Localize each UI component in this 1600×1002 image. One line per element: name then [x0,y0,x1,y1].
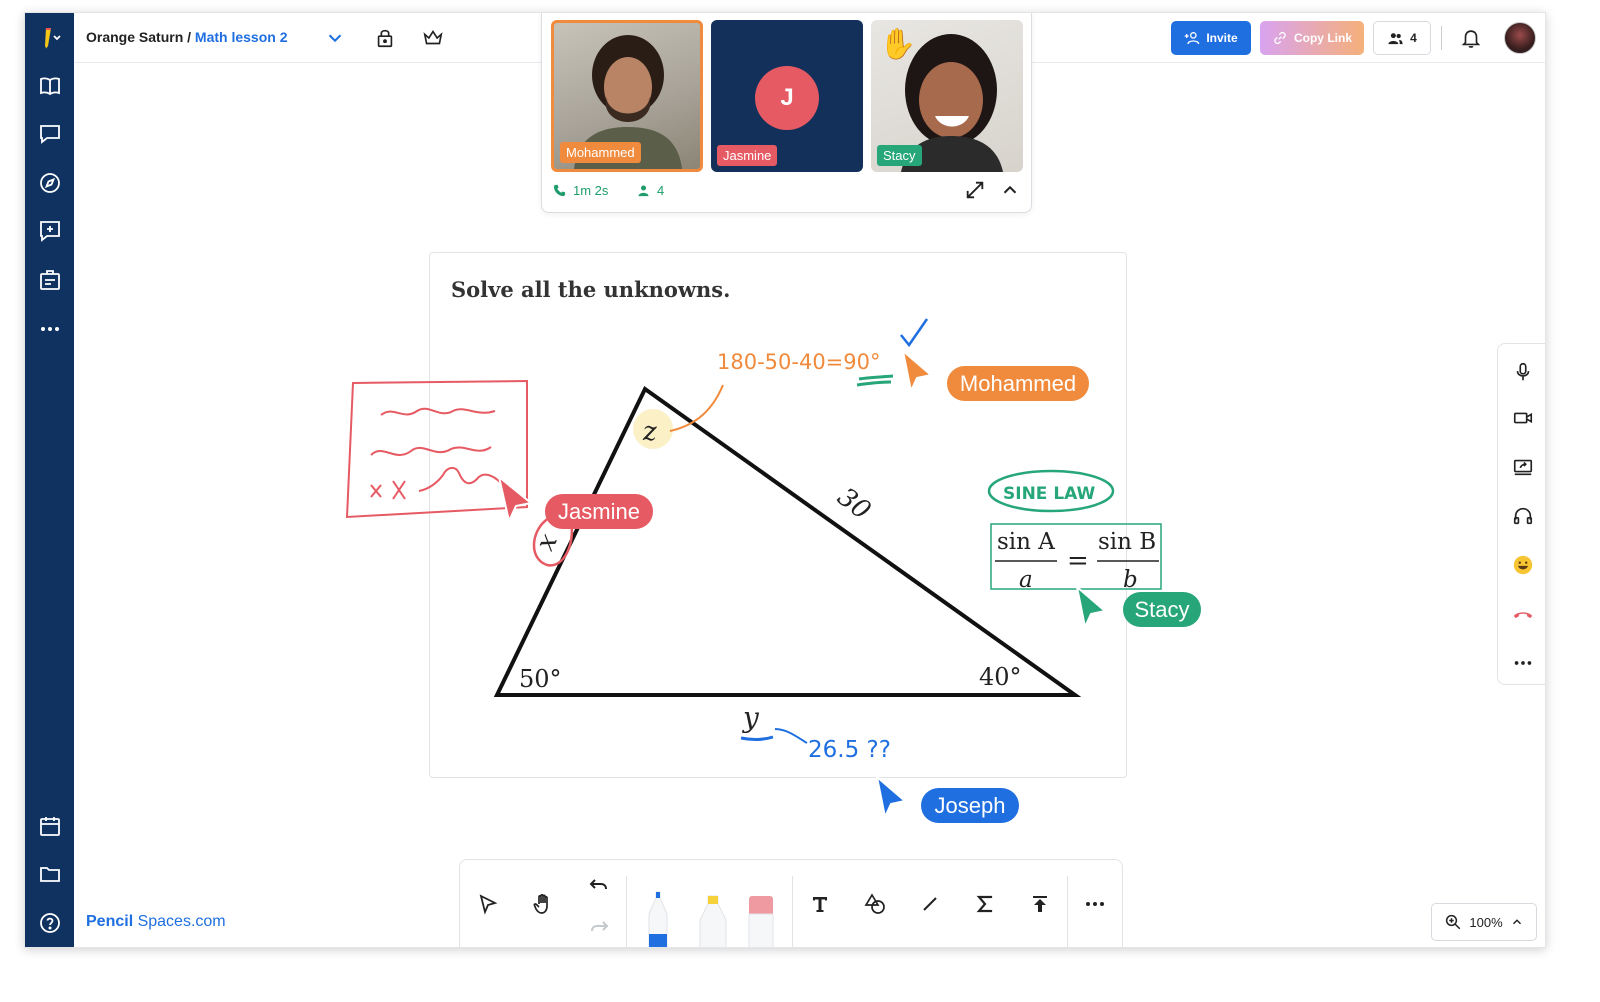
reactions-button[interactable] [1498,547,1545,583]
hand-icon [533,894,548,914]
shapes-icon [864,893,885,914]
toolbar-separator [1067,876,1068,947]
zoom-in-icon [1446,914,1461,930]
screen-share-icon [1513,459,1533,476]
pointer-arrow-icon [479,894,498,915]
yellow-highlighter-icon [699,895,727,947]
highlighter-tool[interactable] [696,894,730,947]
formula-denominator-right: b [1123,567,1138,593]
more-dots-icon [1514,661,1532,665]
blue-underline [740,735,774,741]
upload-tool[interactable] [1020,884,1060,924]
smiley-emoji-icon [1513,555,1533,575]
red-note-sketch[interactable] [345,379,528,519]
headphones-icon [1513,507,1533,525]
angle-bottom-left: 50° [519,665,562,693]
mohammed-cursor-icon [901,348,934,395]
zoom-control[interactable]: 100% [1431,903,1537,941]
green-underline [856,374,894,387]
text-icon [813,897,827,912]
cursor-label-jasmine: Jasmine [545,494,653,529]
microphone-icon [1516,362,1530,381]
top-vertex-variable: z [642,417,657,447]
audio-output-button[interactable] [1498,498,1545,534]
stacy-cursor-icon [1075,584,1108,631]
zoom-level: 100% [1469,914,1503,930]
orange-equation-annotation: 180-50-40=90° [717,350,881,374]
drawing-toolbar [459,859,1123,947]
math-equation-tool[interactable] [965,884,1005,924]
cursor-label-joseph: Joseph [921,788,1019,823]
formula-numerator-left: sin A [997,529,1055,555]
angle-bottom-right: 40° [979,663,1022,691]
cursor-label-mohammed: Mohammed [947,366,1089,401]
pan-tool[interactable] [523,884,563,924]
shapes-tool[interactable] [855,884,895,924]
blue-guess-annotation: 26.5 ?? [808,737,891,763]
media-more-button[interactable] [1498,645,1545,681]
camera-button[interactable] [1498,400,1545,436]
eraser-tool[interactable] [748,894,774,947]
text-tool[interactable] [800,884,840,924]
select-tool[interactable] [468,884,508,924]
redo-icon [591,921,609,932]
line-tool[interactable] [910,884,950,924]
more-dots-icon [1086,902,1104,906]
cursor-label-stacy: Stacy [1123,592,1201,627]
media-controls-bar [1497,343,1545,685]
sigma-icon [976,895,993,913]
redo-button[interactable] [579,908,619,947]
hypotenuse-length: 30 [832,482,877,526]
sine-law-label: SINE LAW [1003,484,1096,504]
blue-checkmark [900,318,929,348]
chevron-up-icon [1512,919,1521,925]
video-camera-icon [1513,412,1533,424]
microphone-button[interactable] [1498,354,1545,390]
hang-up-icon [1513,612,1533,619]
leave-call-button[interactable] [1498,596,1545,632]
toolbar-more-button[interactable] [1075,884,1115,924]
undo-icon [589,879,607,890]
app-window: Orange Saturn / Math lesson 2 Invite Cop… [24,12,1546,948]
toolbar-separator [792,876,793,947]
undo-button[interactable] [579,866,619,906]
pen-tool[interactable] [646,890,670,947]
eraser-icon [748,896,774,947]
upload-icon [1033,896,1047,912]
formula-denominator-left: a [1019,567,1033,593]
blue-pen-icon [648,891,668,947]
joseph-cursor-icon [875,774,908,821]
triangle-shape[interactable] [493,385,1082,697]
whiteboard-canvas[interactable]: z x 30 50° 40° y 26.5 ?? 180-50-40=90° S… [25,13,1546,948]
toolbar-separator [626,876,627,947]
blue-connector-line [774,728,808,744]
brand-logo[interactable]: Pencil Spaces.com [86,913,226,931]
screen-share-button[interactable] [1498,449,1545,485]
formula-numerator-right: sin B [1098,529,1156,555]
line-icon [923,897,937,911]
formula-equals: = [1067,546,1089,576]
bottom-side-variable: y [741,701,760,734]
